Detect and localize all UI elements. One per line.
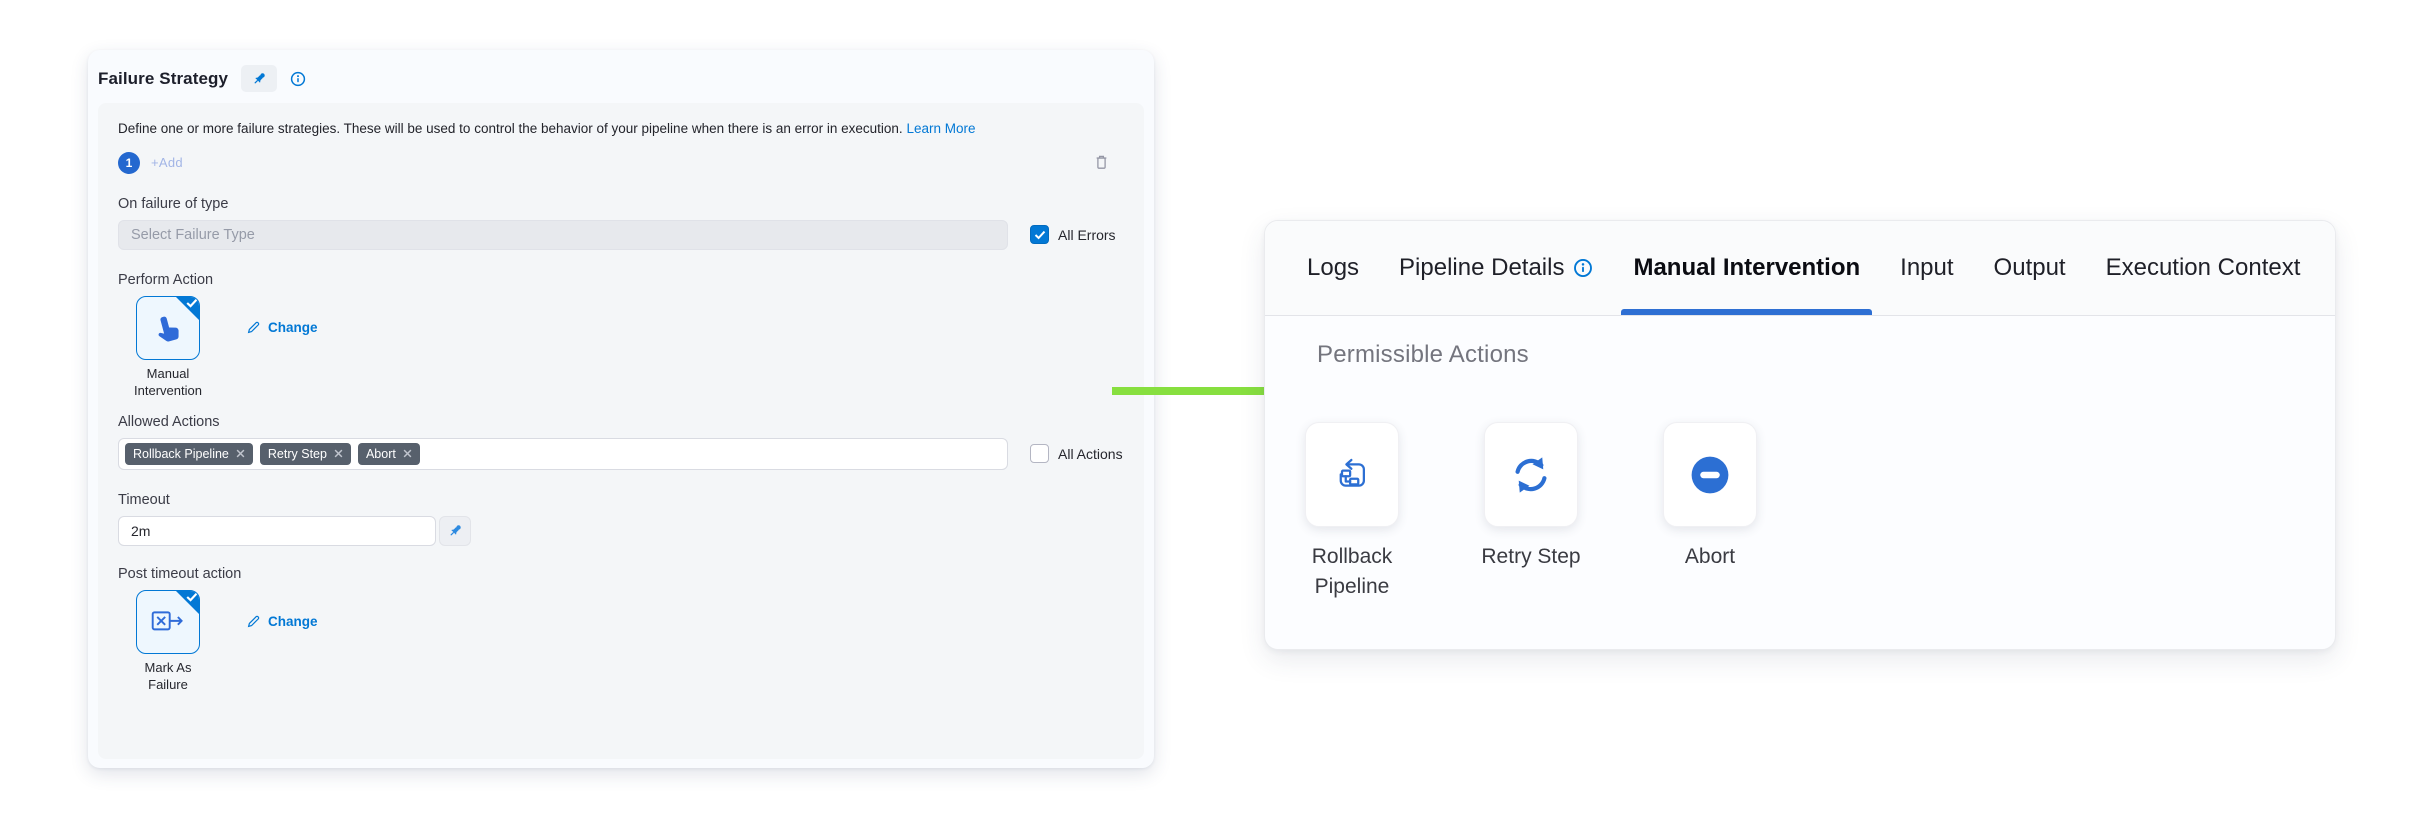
perform-action-label: Perform Action	[118, 272, 1124, 288]
rollback-pipeline-icon	[1332, 455, 1372, 495]
tab-logs[interactable]: Logs	[1305, 221, 1361, 315]
failure-type-row: All Errors	[118, 220, 1124, 250]
tab-output[interactable]: Output	[1992, 221, 2068, 315]
change-label: Change	[268, 614, 318, 629]
timeout-input[interactable]	[118, 516, 436, 546]
remove-tag-icon[interactable]	[403, 449, 412, 458]
info-icon[interactable]	[1573, 258, 1593, 278]
perform-action-row: Manual Intervention Change	[118, 296, 1124, 400]
tag-label: Abort	[366, 447, 396, 461]
rollback-pipeline-button[interactable]	[1305, 422, 1399, 527]
tab-input[interactable]: Input	[1898, 221, 1955, 315]
allowed-actions-input[interactable]: Rollback Pipeline Retry Step Abort	[118, 438, 1008, 470]
all-errors-label: All Errors	[1058, 227, 1116, 243]
tab-label: Output	[1994, 254, 2066, 282]
remove-tag-icon[interactable]	[334, 449, 343, 458]
timeout-row	[118, 516, 1124, 546]
details-tabbar: Logs Pipeline Details Manual Interventio…	[1265, 221, 2335, 316]
strategy-1-badge[interactable]: 1	[118, 152, 140, 174]
tab-label: Pipeline Details	[1399, 254, 1564, 282]
all-errors-checkbox[interactable]: All Errors	[1030, 225, 1116, 244]
tag-retry-step: Retry Step	[260, 443, 351, 465]
description-text: Define one or more failure strategies. T…	[118, 121, 903, 136]
tab-label: Logs	[1307, 254, 1359, 282]
change-action-button[interactable]: Change	[246, 318, 318, 338]
abort-button[interactable]	[1663, 422, 1757, 527]
failure-type-select[interactable]	[118, 220, 1008, 250]
failure-strategy-panel: Failure Strategy Define o	[88, 50, 1154, 768]
edit-icon	[246, 320, 261, 335]
post-timeout-action-label: Post timeout action	[118, 566, 1124, 582]
retry-step-icon	[1508, 452, 1554, 498]
tag-label: Retry Step	[268, 447, 327, 461]
strategy-description: Define one or more failure strategies. T…	[118, 121, 1124, 138]
edit-icon	[246, 614, 261, 629]
action-abort: Abort	[1663, 422, 1757, 603]
action-label: Rollback Pipeline	[1277, 542, 1427, 603]
action-retry-step: Retry Step	[1484, 422, 1578, 603]
timeout-label: Timeout	[118, 492, 1124, 508]
manual-intervention-tile[interactable]	[136, 296, 200, 360]
info-icon[interactable]	[290, 71, 306, 87]
step-details-panel: Logs Pipeline Details Manual Interventio…	[1264, 220, 2336, 650]
change-label: Change	[268, 320, 318, 335]
mark-as-failure-tile[interactable]	[136, 590, 200, 654]
delete-strategy-icon[interactable]	[1093, 154, 1110, 172]
tag-label: Rollback Pipeline	[133, 447, 229, 461]
manual-intervention-content: Permissible Actions Rollback Pipeline	[1265, 316, 2335, 603]
timeout-pin-button[interactable]	[439, 516, 471, 546]
pin-icon	[252, 71, 267, 86]
panel-title: Failure Strategy	[98, 69, 228, 89]
strategy-form: Define one or more failure strategies. T…	[98, 103, 1144, 759]
checkbox-checked-icon	[1030, 225, 1049, 244]
tag-rollback-pipeline: Rollback Pipeline	[125, 443, 253, 465]
add-strategy-button[interactable]: +Add	[151, 155, 183, 170]
allowed-actions-label: Allowed Actions	[118, 414, 1124, 430]
tab-label: Input	[1900, 254, 1953, 282]
change-post-timeout-action-button[interactable]: Change	[246, 612, 318, 632]
selected-check-icon	[175, 296, 200, 321]
retry-step-button[interactable]	[1484, 422, 1578, 527]
pin-button[interactable]	[241, 65, 277, 92]
selected-check-icon	[175, 590, 200, 615]
strategy-list-row: 1 +Add	[118, 152, 1124, 174]
post-timeout-action-name: Mark As Failure	[126, 660, 210, 694]
tab-manual-intervention[interactable]: Manual Intervention	[1631, 221, 1862, 315]
remove-tag-icon[interactable]	[236, 449, 245, 458]
post-timeout-action-row: Mark As Failure Change	[118, 590, 1124, 694]
permissible-actions-row: Rollback Pipeline Retry Step	[1305, 422, 2295, 603]
tag-abort: Abort	[358, 443, 420, 465]
perform-action-tile-col: Manual Intervention	[118, 296, 218, 400]
failure-strategy-header: Failure Strategy	[88, 50, 1154, 103]
action-label: Abort	[1635, 542, 1785, 572]
active-tab-underline	[1621, 309, 1872, 315]
allowed-actions-row: Rollback Pipeline Retry Step Abort	[118, 438, 1124, 470]
all-actions-label: All Actions	[1058, 446, 1123, 462]
tab-execution-context[interactable]: Execution Context	[2104, 221, 2303, 315]
tab-label: Execution Context	[2106, 254, 2301, 282]
permissible-actions-heading: Permissible Actions	[1317, 341, 2295, 369]
checkbox-unchecked-icon	[1030, 444, 1049, 463]
post-timeout-tile-col: Mark As Failure	[118, 590, 218, 694]
action-rollback-pipeline: Rollback Pipeline	[1305, 422, 1399, 603]
action-label: Retry Step	[1456, 542, 1606, 572]
pin-icon	[448, 523, 463, 538]
tab-pipeline-details[interactable]: Pipeline Details	[1397, 221, 1595, 315]
perform-action-name: Manual Intervention	[126, 366, 210, 400]
all-actions-checkbox[interactable]: All Actions	[1030, 444, 1123, 463]
abort-icon	[1687, 452, 1733, 498]
tab-label: Manual Intervention	[1633, 254, 1860, 282]
on-failure-of-type-label: On failure of type	[118, 196, 1124, 212]
learn-more-link[interactable]: Learn More	[906, 121, 975, 136]
